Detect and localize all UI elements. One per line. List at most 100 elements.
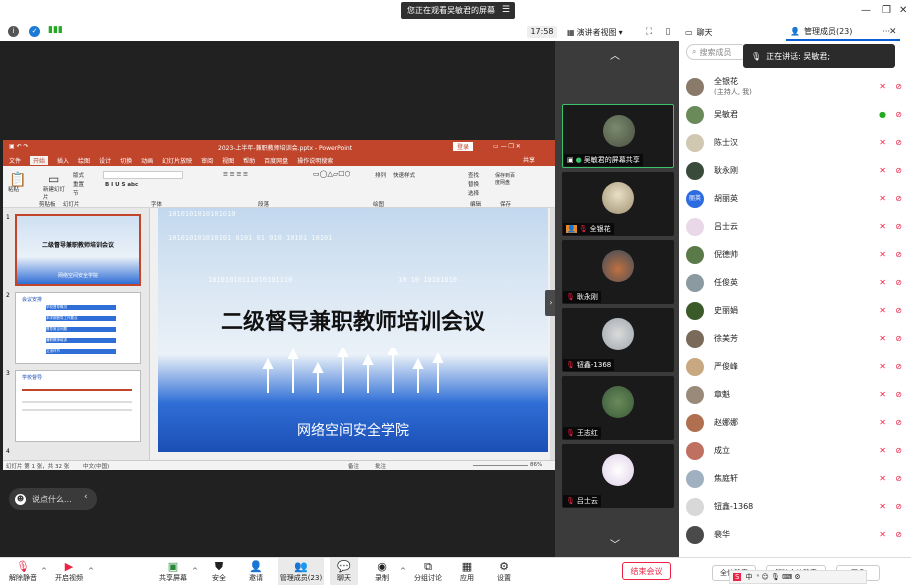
save-baidu-label[interactable]: 保存到百度网盘 — [495, 172, 519, 186]
font-style-icons[interactable]: B I U S abc — [105, 182, 138, 188]
ppt-tab[interactable]: 审阅 — [201, 156, 213, 165]
mic-muted-icon[interactable]: ✕ — [879, 418, 886, 427]
end-meeting-button[interactable]: 结束会议 — [622, 562, 671, 580]
camera-off-icon[interactable]: ⊘ — [895, 362, 902, 371]
slide-thumbnail-1[interactable]: 二级督导兼职教师培训会议 网络空间安全学院 — [15, 214, 141, 286]
save-icon[interactable]: ▣ ↶ ↷ — [9, 143, 29, 150]
panel-close-icon[interactable]: ✕ — [889, 27, 897, 37]
mic-muted-icon[interactable]: ✕ — [879, 82, 886, 91]
camera-off-icon[interactable]: ⊘ — [895, 110, 902, 119]
member-row[interactable]: 赵娜娜 ✕ ⊘ — [686, 409, 908, 437]
slide-thumbnail-2[interactable]: 会议安排 学校督导概况 本学期督导工作要点 督导常见问题 兼职教师培训 交流环节 — [15, 292, 141, 364]
ppt-tab[interactable]: 动画 — [141, 156, 153, 165]
camera-off-icon[interactable]: ⊘ — [895, 334, 902, 343]
camera-off-icon[interactable]: ⊘ — [895, 82, 902, 91]
camera-off-icon[interactable]: ⊘ — [895, 250, 902, 259]
camera-off-icon[interactable]: ⊘ — [895, 502, 902, 511]
unmute-button[interactable]: 🎙 解除静音 — [6, 558, 40, 585]
member-row[interactable]: 焦庭轩 ✕ ⊘ — [686, 465, 908, 493]
ppt-tab[interactable]: 视图 — [222, 156, 234, 165]
chat-button[interactable]: 💬 聊天 — [330, 558, 358, 585]
ppt-share-button[interactable]: 共享 — [523, 155, 535, 164]
member-row[interactable]: 成立 ✕ ⊘ — [686, 437, 908, 465]
font-select[interactable] — [103, 171, 183, 179]
paragraph-icons[interactable]: ☰ ☰ ☰ ☰ — [223, 172, 248, 178]
chevron-up-icon[interactable]: ^ — [192, 567, 198, 575]
quick-style-label[interactable]: 快速样式 — [393, 171, 415, 179]
camera-off-icon[interactable]: ⊘ — [895, 194, 902, 203]
new-slide-icon[interactable]: ▭ — [48, 172, 59, 186]
ppt-tab[interactable]: 切换 — [120, 156, 132, 165]
login-button[interactable]: 登录 — [453, 142, 474, 151]
ppt-tab[interactable]: 操作说明搜索 — [297, 156, 333, 165]
mic-muted-icon[interactable]: ✕ — [879, 530, 886, 539]
camera-off-icon[interactable]: ⊘ — [895, 418, 902, 427]
find-label[interactable]: 查找 — [468, 171, 479, 179]
member-row[interactable]: 徐美芳 ✕ ⊘ — [686, 325, 908, 353]
camera-off-icon[interactable]: ⊘ — [895, 222, 902, 231]
member-row[interactable]: 史丽娟 ✕ ⊘ — [686, 297, 908, 325]
security-button[interactable]: ⛊ 安全 — [205, 558, 233, 585]
ppt-tab[interactable]: 绘图 — [78, 156, 90, 165]
mic-muted-icon[interactable]: ✕ — [879, 334, 886, 343]
member-row[interactable]: 裴华 ✕ ⊘ — [686, 521, 908, 549]
mic-muted-icon[interactable]: ✕ — [879, 474, 886, 483]
mic-muted-icon[interactable]: ✕ — [879, 502, 886, 511]
chevron-up-icon[interactable]: ︿ — [610, 47, 620, 62]
slide-thumbnail-3[interactable]: 学校督导 — [15, 370, 141, 442]
invite-button[interactable]: 👤 邀请 — [242, 558, 270, 585]
camera-off-icon[interactable]: ⊘ — [895, 138, 902, 147]
mic-muted-icon[interactable]: ✕ — [879, 278, 886, 287]
mic-on-icon[interactable]: ● — [879, 110, 886, 119]
member-row[interactable]: 陈士汉 ✕ ⊘ — [686, 129, 908, 157]
chevron-left-icon[interactable]: ‹ — [84, 492, 96, 506]
section-label[interactable]: 节 — [73, 189, 79, 197]
chevron-up-icon[interactable]: ^ — [41, 567, 47, 575]
info-icon[interactable]: i — [8, 26, 19, 37]
member-row[interactable]: 章魁 ✕ ⊘ — [686, 381, 908, 409]
camera-off-icon[interactable]: ⊘ — [895, 390, 902, 399]
member-row[interactable]: 耿永刚 ✕ ⊘ — [686, 157, 908, 185]
member-row[interactable]: 严俊峰 ✕ ⊘ — [686, 353, 908, 381]
ppt-tab[interactable]: 设计 — [99, 156, 111, 165]
slide-canvas[interactable]: 1010101010101010 101010101010101 0101 01… — [158, 208, 548, 452]
minimize-icon[interactable]: — — [861, 5, 871, 16]
tab-chat[interactable]: ▭ 聊天 — [681, 23, 781, 41]
record-button[interactable]: ◉ 录制 — [368, 558, 396, 585]
shapes-gallery[interactable]: ▭◯△▱☐⬡ — [313, 170, 351, 178]
video-tile[interactable]: 🎙 吕士云 — [562, 444, 674, 508]
manage-members-button[interactable]: 👥 管理成员(23) — [278, 558, 324, 585]
restore-icon[interactable]: ❐ — [882, 5, 891, 16]
menu-icon[interactable]: ☰ — [502, 5, 510, 15]
view-mode-button[interactable]: ▦ 演讲者视图 ▾ — [567, 26, 639, 38]
camera-off-icon[interactable]: ⊘ — [895, 278, 902, 287]
ppt-tab[interactable]: 插入 — [57, 156, 69, 165]
video-tile[interactable]: 🎙 耿永刚 — [562, 240, 674, 304]
video-tile[interactable]: 🎙 钮鑫-1368 — [562, 308, 674, 372]
apps-button[interactable]: ▦ 应用 — [453, 558, 481, 585]
ime-mode[interactable]: 中 — [745, 572, 752, 582]
member-row[interactable]: 任俊英 ✕ ⊘ — [686, 269, 908, 297]
video-tile[interactable]: 👤 🎙 全银花 — [562, 172, 674, 236]
member-row[interactable]: 倪德帅 ✕ ⊘ — [686, 241, 908, 269]
camera-off-icon[interactable]: ⊘ — [895, 446, 902, 455]
close-icon[interactable]: ✕ — [899, 5, 907, 16]
chevron-up-icon[interactable]: ^ — [88, 567, 94, 575]
member-row[interactable]: 吴敏君 ● ⊘ — [686, 101, 908, 129]
member-row[interactable]: 全银花 (主持人, 我) ✕ ⊘ — [686, 73, 908, 101]
ime-tools-icon[interactable]: ⁿ ☺ 🎙 ⌨ ⚙ — [756, 573, 800, 581]
mic-muted-icon[interactable]: ✕ — [879, 250, 886, 259]
video-tile[interactable]: ▣ ● 吴敏君的屏幕共享 — [562, 104, 674, 168]
notes-button[interactable]: 备注 — [348, 462, 359, 470]
mic-muted-icon[interactable]: ✕ — [879, 138, 886, 147]
camera-off-icon[interactable]: ⊘ — [895, 306, 902, 315]
start-video-button[interactable]: ▶ 开启视频 — [52, 558, 86, 585]
mic-muted-icon[interactable]: ✕ — [879, 222, 886, 231]
window-controls-icon[interactable]: ▭ — ❐ ✕ — [493, 143, 521, 150]
member-search-input[interactable]: ⌕ 搜索成员 — [686, 44, 748, 60]
camera-off-icon[interactable]: ⊘ — [895, 166, 902, 175]
member-row[interactable]: 吕士云 ✕ ⊘ — [686, 213, 908, 241]
share-screen-button[interactable]: ▣ 共享屏幕 — [156, 558, 190, 585]
arrange-label[interactable]: 排列 — [375, 171, 386, 179]
breakout-button[interactable]: ⧉ 分组讨论 — [411, 558, 445, 585]
